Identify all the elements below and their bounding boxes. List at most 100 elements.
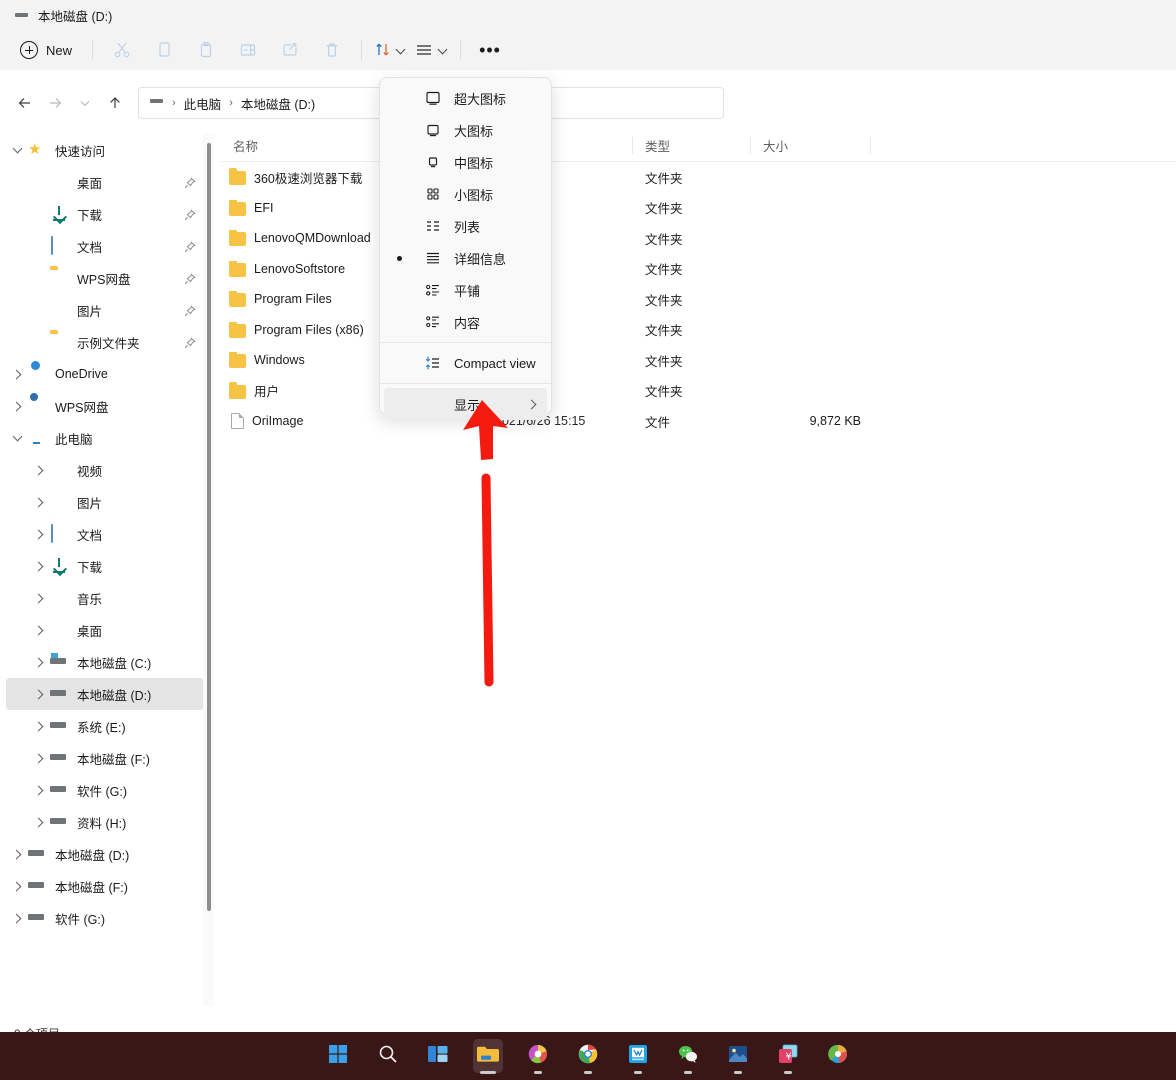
photos-button[interactable] (723, 1039, 753, 1073)
extra-app-button[interactable] (823, 1039, 853, 1073)
pin-icon[interactable] (184, 240, 196, 252)
recent-locations-button[interactable] (70, 88, 100, 118)
sidebar-item-10[interactable]: 视频 (6, 454, 204, 486)
sidebar-item-11[interactable]: 图片 (6, 486, 204, 518)
sidebar-item-6[interactable]: 示例文件夹 (6, 326, 204, 358)
sidebar-item-9[interactable]: 此电脑 (6, 422, 204, 454)
sidebar-item-13[interactable]: 下载 (6, 550, 204, 582)
wechat-button[interactable] (673, 1039, 703, 1073)
chevron-right-icon[interactable] (6, 875, 28, 897)
note-app-button[interactable] (623, 1039, 653, 1073)
menu-item-0[interactable]: 超大图标 (384, 82, 547, 114)
column-divider[interactable] (870, 137, 871, 154)
sidebar-item-12[interactable]: 文档 (6, 518, 204, 550)
column-header-size[interactable]: 大小 (751, 130, 871, 162)
menu-item-1[interactable]: 大图标 (384, 114, 547, 146)
chevron-right-icon[interactable] (28, 619, 50, 641)
chevron-right-icon[interactable] (28, 747, 50, 769)
sidebar-item-18[interactable]: 系统 (E:) (6, 710, 204, 742)
chevron-right-icon[interactable] (6, 395, 28, 417)
sidebar-item-0[interactable]: ★快速访问 (6, 134, 204, 166)
payment-app-button[interactable]: ¥ (773, 1039, 803, 1073)
sidebar-item-22[interactable]: 本地磁盘 (D:) (6, 838, 204, 870)
sidebar-item-17[interactable]: 本地磁盘 (D:) (6, 678, 204, 710)
sidebar-scrollbar-thumb[interactable] (207, 143, 211, 911)
breadcrumb-this-pc[interactable]: 此电脑 (184, 94, 222, 113)
sidebar-item-5[interactable]: 图片 (6, 294, 204, 326)
menu-item-8[interactable]: Compact view (384, 347, 547, 379)
table-row[interactable]: LenovoQMDownload6 19:40文件夹 (221, 223, 1176, 254)
browser-360-button[interactable] (523, 1039, 553, 1073)
chevron-right-icon[interactable] (28, 683, 50, 705)
more-options-button[interactable]: ••• (469, 34, 511, 66)
new-button[interactable]: New (14, 35, 84, 65)
sidebar-item-15[interactable]: 桌面 (6, 614, 204, 646)
chevron-right-icon[interactable] (28, 715, 50, 737)
sidebar-item-21[interactable]: 资料 (H:) (6, 806, 204, 838)
menu-item-5[interactable]: 详细信息 (384, 242, 547, 274)
view-options-menu[interactable]: 超大图标大图标中图标小图标列表详细信息平铺内容Compact view显示 (379, 77, 552, 415)
chevron-right-icon[interactable] (28, 459, 50, 481)
chevron-right-icon[interactable] (6, 907, 28, 929)
chevron-right-icon[interactable] (28, 587, 50, 609)
pin-icon[interactable] (184, 272, 196, 284)
sidebar-item-7[interactable]: OneDrive (6, 358, 204, 390)
copy-button[interactable] (143, 34, 185, 66)
table-row[interactable]: EFI6 17:18文件夹 (221, 193, 1176, 224)
rename-button[interactable] (227, 34, 269, 66)
sidebar-item-24[interactable]: 软件 (G:) (6, 902, 204, 934)
chevron-right-icon[interactable] (28, 523, 50, 545)
chevron-right-icon[interactable] (28, 651, 50, 673)
table-row[interactable]: LenovoSoftstore6 23:31文件夹 (221, 254, 1176, 285)
sidebar-item-3[interactable]: 文档 (6, 230, 204, 262)
sidebar-item-8[interactable]: WPS网盘 (6, 390, 204, 422)
menu-item-7[interactable]: 内容 (384, 306, 547, 338)
breadcrumb-current-drive[interactable]: 本地磁盘 (D:) (241, 94, 315, 113)
column-header-type[interactable]: 类型 (633, 130, 751, 162)
file-explorer-button[interactable] (473, 1039, 503, 1073)
navigation-pane[interactable]: ★快速访问桌面下载文档WPS网盘图片示例文件夹OneDriveWPS网盘此电脑视… (0, 134, 208, 1006)
chevron-right-icon[interactable] (6, 843, 28, 865)
menu-item-6[interactable]: 平铺 (384, 274, 547, 306)
chevron-right-icon[interactable] (28, 779, 50, 801)
table-row[interactable]: 用户7 16:06文件夹 (221, 376, 1176, 407)
pin-icon[interactable] (184, 336, 196, 348)
sidebar-item-20[interactable]: 软件 (G:) (6, 774, 204, 806)
pin-icon[interactable] (184, 304, 196, 316)
up-button[interactable] (100, 88, 130, 118)
chevron-right-icon[interactable] (28, 555, 50, 577)
delete-button[interactable] (311, 34, 353, 66)
chevron-down-icon[interactable] (6, 427, 28, 449)
sidebar-item-14[interactable]: 音乐 (6, 582, 204, 614)
sidebar-item-4[interactable]: WPS网盘 (6, 262, 204, 294)
chrome-button[interactable] (573, 1039, 603, 1073)
table-row[interactable]: Windows4:07文件夹 (221, 345, 1176, 376)
chevron-right-icon[interactable] (6, 363, 28, 385)
table-row[interactable]: 360极速浏览器下载3 17:26文件夹 (221, 162, 1176, 193)
pin-icon[interactable] (184, 176, 196, 188)
forward-button[interactable] (40, 88, 70, 118)
menu-item-3[interactable]: 小图标 (384, 178, 547, 210)
paste-button[interactable] (185, 34, 227, 66)
start-button[interactable] (323, 1039, 353, 1073)
cut-button[interactable] (101, 34, 143, 66)
sidebar-item-1[interactable]: 桌面 (6, 166, 204, 198)
table-row[interactable]: Program Files (x86)6 15:00文件夹 (221, 315, 1176, 346)
chevron-right-icon[interactable] (28, 811, 50, 833)
chevron-down-icon[interactable] (6, 139, 28, 161)
sidebar-item-2[interactable]: 下载 (6, 198, 204, 230)
sidebar-item-16[interactable]: 本地磁盘 (C:) (6, 646, 204, 678)
table-row[interactable]: OriImage2021/6/26 15:15文件9,872 KB (221, 406, 1176, 437)
task-view-button[interactable] (423, 1039, 453, 1073)
menu-item-4[interactable]: 列表 (384, 210, 547, 242)
pin-icon[interactable] (184, 208, 196, 220)
chevron-right-icon[interactable] (28, 491, 50, 513)
search-button[interactable] (373, 1039, 403, 1073)
sort-button[interactable] (370, 34, 410, 66)
back-button[interactable] (10, 88, 40, 118)
share-button[interactable] (269, 34, 311, 66)
sidebar-item-23[interactable]: 本地磁盘 (F:) (6, 870, 204, 902)
menu-item-2[interactable]: 中图标 (384, 146, 547, 178)
view-button[interactable] (410, 34, 452, 66)
sidebar-item-19[interactable]: 本地磁盘 (F:) (6, 742, 204, 774)
